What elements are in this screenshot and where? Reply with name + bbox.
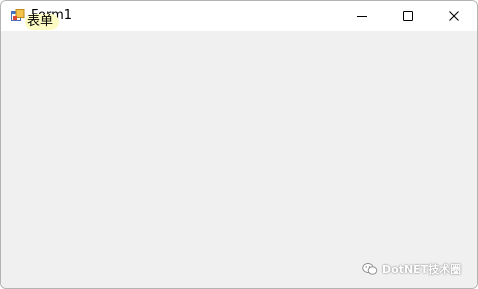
chinese-label-overlay: 表单	[25, 14, 60, 30]
maximize-icon	[403, 11, 413, 21]
minimize-icon	[357, 16, 367, 17]
minimize-button[interactable]	[339, 1, 385, 31]
form-window: Form1 表单	[0, 0, 478, 289]
close-button[interactable]	[431, 1, 477, 31]
watermark-text: DotNET技术圈	[382, 263, 462, 276]
maximize-button[interactable]	[385, 1, 431, 31]
watermark: DotNET技术圈	[362, 261, 461, 277]
close-icon	[449, 11, 459, 21]
title-bar[interactable]: Form1 表单	[1, 1, 477, 31]
form-app-icon	[11, 9, 25, 21]
wechat-icon	[362, 263, 378, 275]
form-client-area	[1, 31, 477, 288]
